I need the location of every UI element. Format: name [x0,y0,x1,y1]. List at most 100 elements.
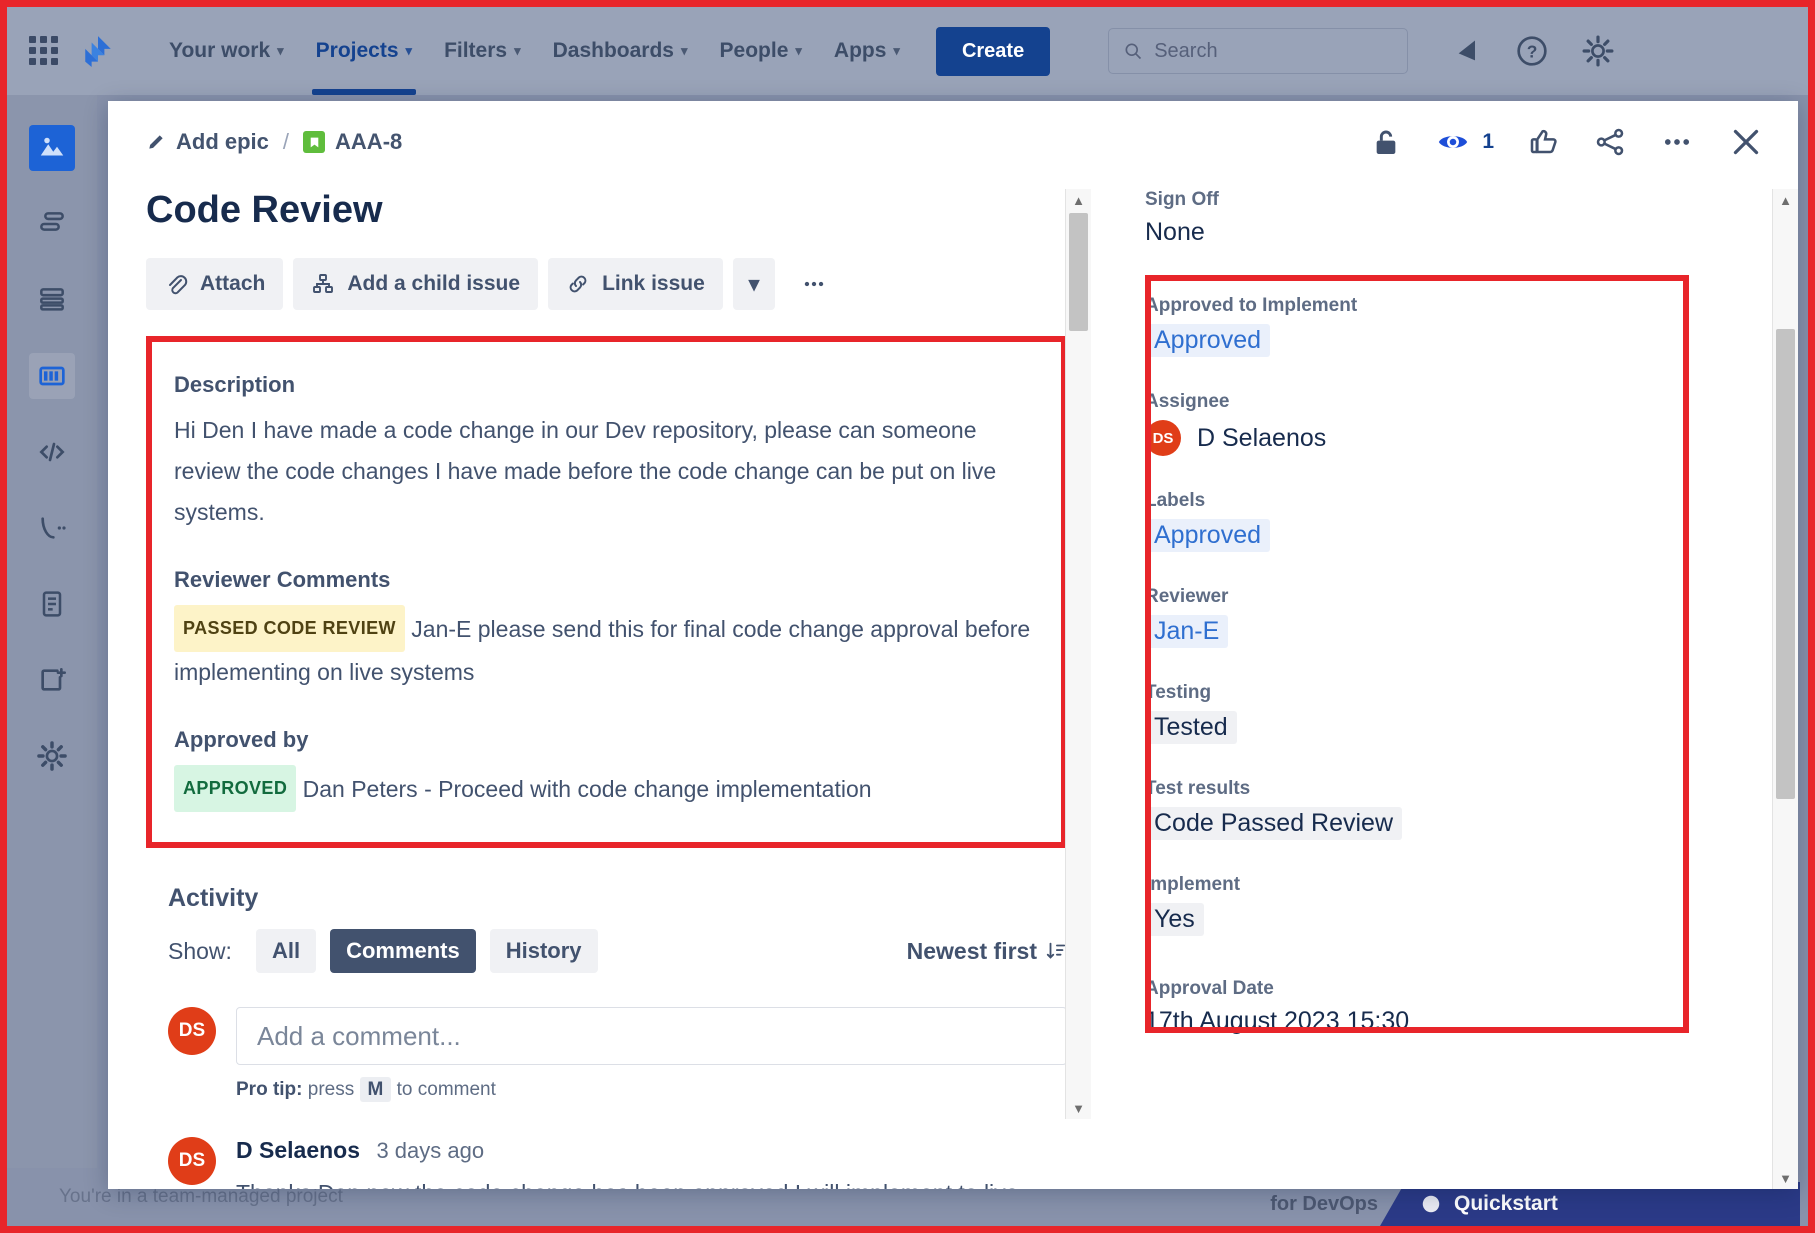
issue-content-scroll: Code Review Attach [146,183,1123,1189]
field-label: Labels [1145,490,1738,512]
field-label: Reviewer [1145,586,1738,608]
scroll-up-arrow-icon[interactable]: ▲ [1066,189,1091,211]
scroll-down-arrow-icon[interactable]: ▼ [1066,1097,1091,1119]
activity-sort-button[interactable]: Newest first [907,938,1067,965]
breadcrumb-separator: / [283,129,289,155]
activity-filter-history[interactable]: History [490,929,598,973]
nav-item-label: People [720,39,789,63]
lock-icon[interactable] [1370,126,1402,158]
field-test-results: Test results Code Passed Review [1145,778,1738,840]
field-label: Test results [1145,778,1738,800]
project-settings-icon[interactable] [29,733,75,779]
for-devops-label: for DevOps [1270,1193,1378,1216]
add-child-issue-label: Add a child issue [347,272,520,296]
share-icon[interactable] [1594,126,1626,158]
chevron-down-icon: ▾ [893,43,900,59]
activity-sort-label: Newest first [907,938,1037,965]
comment-author[interactable]: D Selaenos [236,1137,360,1163]
description-text[interactable]: Hi Den I have made a code change in our … [174,410,1035,533]
attach-label: Attach [200,272,265,296]
attach-paperclip-icon [164,272,188,296]
activity-filter-comments[interactable]: Comments [330,929,476,973]
activity-filter-all[interactable]: All [256,929,316,973]
activity-label: Activity [168,884,1067,913]
passed-code-review-badge: PASSED CODE REVIEW [174,605,405,652]
nav-item-filters[interactable]: Filters ▾ [428,29,537,73]
more-actions-icon [801,271,827,297]
field-value[interactable]: Approved [1145,324,1270,357]
field-value[interactable]: Tested [1145,711,1237,744]
watch-eye-icon[interactable] [1436,125,1470,159]
project-avatar-icon[interactable] [29,125,75,171]
breadcrumb-issue-key[interactable]: AAA-8 [303,129,402,155]
search-input[interactable]: Search [1108,28,1408,74]
approved-by-text[interactable]: APPROVED Dan Peters - Proceed with code … [174,765,1035,812]
chevron-down-icon: ▾ [681,43,688,59]
settings-icon[interactable] [1582,35,1614,67]
assignee-row[interactable]: DS D Selaenos [1145,420,1738,456]
chevron-down-icon: ▾ [795,43,802,59]
backlog-icon[interactable] [29,277,75,323]
more-actions-icon[interactable] [1660,125,1694,159]
nav-item-projects[interactable]: Projects ▾ [300,29,428,73]
link-issue-button[interactable]: Link issue [548,258,723,310]
add-child-issue-button[interactable]: Add a child issue [293,258,538,310]
issue-details-panel: Sign Off None Approved to Implement Appr… [1123,183,1798,1189]
nav-item-apps[interactable]: Apps ▾ [818,29,916,73]
add-comment-input[interactable]: Add a comment... [236,1007,1067,1065]
more-actions-dropdown-button[interactable]: ▾ [733,258,776,310]
scrollbar-thumb[interactable] [1069,213,1088,331]
issue-overflow-menu-button[interactable] [785,258,843,310]
attach-button[interactable]: Attach [146,258,283,310]
field-value: D Selaenos [1197,424,1326,453]
field-value[interactable]: Yes [1145,903,1204,936]
avatar: DS [168,1007,216,1055]
scroll-up-arrow-icon[interactable]: ▲ [1773,189,1798,211]
issue-details-fields: Sign Off None Approved to Implement Appr… [1145,189,1772,1189]
field-value-wrap: Approved [1145,324,1738,357]
nav-item-label: Apps [834,39,887,63]
board-icon[interactable] [29,353,75,399]
pages-icon[interactable] [29,581,75,627]
list-item: DS D Selaenos 3 days ago Thanks Dan now … [168,1137,1067,1189]
svg-text:?: ? [1527,42,1538,62]
reviewer-comments-text[interactable]: PASSED CODE REVIEW Jan-E please send thi… [174,605,1035,693]
project-sidebar-rail [7,95,97,1226]
add-comment-placeholder: Add a comment... [257,1021,461,1052]
details-scrollbar[interactable]: ▲ ▼ [1772,189,1798,1189]
modal-header: Add epic / AAA-8 [108,101,1798,183]
scrollbar-thumb[interactable] [1776,329,1795,799]
like-thumbs-up-icon[interactable] [1528,126,1560,158]
add-epic-label: Add epic [176,129,269,155]
add-shortcut-icon[interactable] [29,657,75,703]
notification-icon[interactable] [1454,37,1482,65]
field-assignee: Assignee DS D Selaenos [1145,391,1738,456]
deployments-icon[interactable] [29,505,75,551]
nav-item-your-work[interactable]: Your work ▾ [153,29,300,73]
add-epic-button[interactable]: Add epic [146,129,269,155]
code-icon[interactable] [29,429,75,475]
nav-item-people[interactable]: People ▾ [704,29,818,73]
field-value[interactable]: Jan-E [1145,615,1228,648]
breadcrumb: Add epic / AAA-8 [146,129,402,155]
nav-item-dashboards[interactable]: Dashboards ▾ [537,29,704,73]
rocket-icon [1420,1193,1442,1215]
field-value[interactable]: 17th August 2023 15:30 [1145,1007,1738,1036]
nav-item-label: Dashboards [553,39,674,63]
help-icon[interactable]: ? [1516,35,1548,67]
page-title: Code Review [146,189,1067,232]
field-label: Approved to Implement [1145,295,1738,317]
jira-logo[interactable] [81,34,115,68]
roadmap-icon[interactable] [29,201,75,247]
field-value[interactable]: Code Passed Review [1145,807,1402,840]
apps-grid-icon[interactable] [29,36,59,66]
issue-key-label: AAA-8 [335,129,402,155]
scroll-down-arrow-icon[interactable]: ▼ [1773,1167,1798,1189]
field-value[interactable]: None [1145,218,1738,247]
description-highlight-box: Description Hi Den I have made a code ch… [146,336,1067,848]
content-scrollbar[interactable]: ▲ ▼ [1065,189,1091,1119]
field-value[interactable]: Approved [1145,519,1270,552]
close-icon[interactable] [1728,124,1764,160]
description-label: Description [174,372,1035,398]
create-button[interactable]: Create [936,27,1050,76]
